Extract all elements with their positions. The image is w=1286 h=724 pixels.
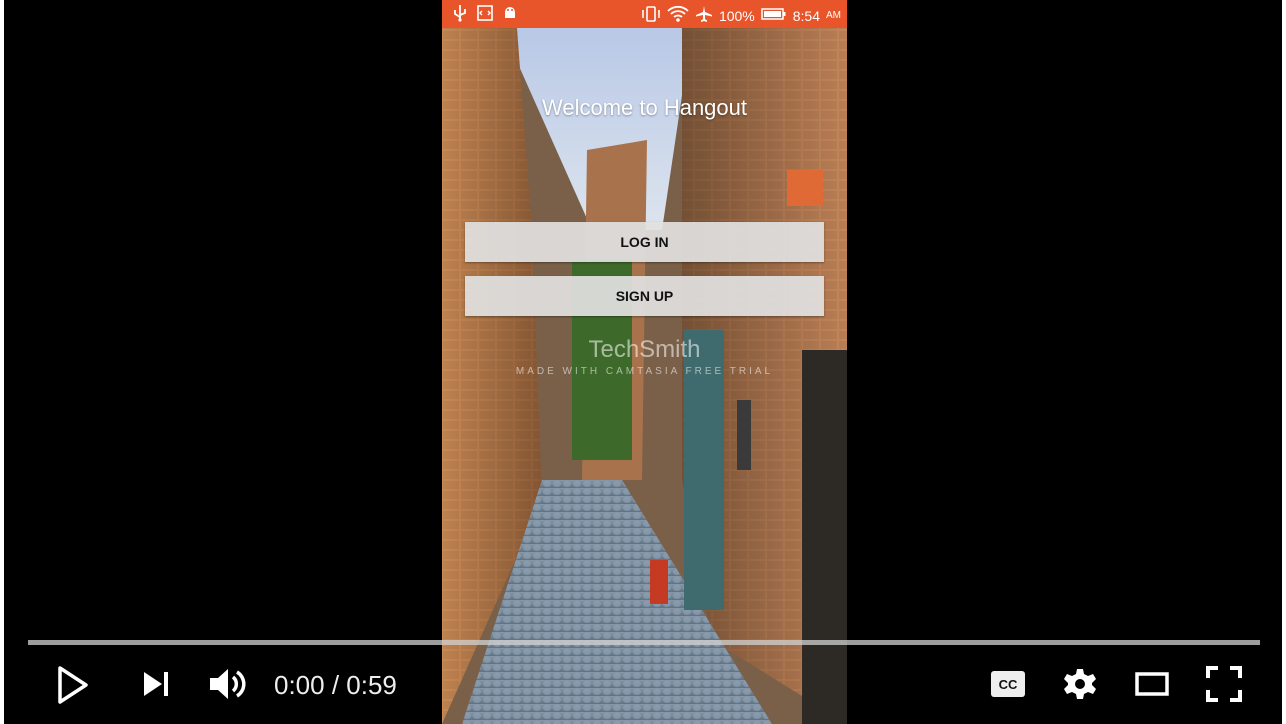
developer-mode-icon: [476, 4, 494, 25]
android-status-bar: 100% 8:54 AM: [442, 0, 847, 28]
vibrate-icon: [641, 6, 661, 25]
status-time: 8:54: [792, 7, 820, 24]
welcome-title: Welcome to Hangout: [541, 95, 748, 120]
battery-percent: 100%: [718, 7, 755, 24]
play-icon[interactable]: [56, 666, 88, 709]
wifi-icon: [667, 5, 689, 26]
svg-text:CC: CC: [999, 677, 1018, 692]
player-left-border: [0, 0, 4, 724]
player-right-border: [1282, 0, 1286, 724]
fullscreen-icon[interactable]: [1206, 666, 1242, 707]
signup-button[interactable]: SIGN UP: [465, 276, 824, 316]
battery-icon: [761, 7, 787, 24]
watermark-brand: TechSmith: [588, 336, 701, 363]
settings-icon[interactable]: [1063, 667, 1097, 706]
status-ampm: AM: [826, 10, 841, 21]
airplane-mode-icon: [695, 5, 713, 26]
login-button[interactable]: LOG IN: [465, 222, 824, 262]
progress-bar[interactable]: [28, 640, 1260, 645]
usb-icon: [452, 4, 468, 25]
android-debug-icon: [502, 4, 518, 25]
phone-screen: 100% 8:54 AM Welcome to Hangout LOG IN S…: [442, 0, 847, 724]
video-player[interactable]: 100% 8:54 AM Welcome to Hangout LOG IN S…: [0, 0, 1286, 724]
theater-mode-icon[interactable]: [1135, 672, 1169, 701]
control-bar: 0:00 / 0:59 CC: [0, 650, 1286, 720]
camtasia-watermark: TechSmith MADE WITH CAMTASIA FREE TRIAL: [442, 336, 847, 377]
watermark-subtitle: MADE WITH CAMTASIA FREE TRIAL: [515, 366, 774, 377]
next-icon[interactable]: [142, 670, 170, 703]
time-display: 0:00 / 0:59: [274, 670, 397, 700]
captions-icon[interactable]: CC: [990, 670, 1026, 703]
volume-icon[interactable]: [208, 666, 246, 707]
